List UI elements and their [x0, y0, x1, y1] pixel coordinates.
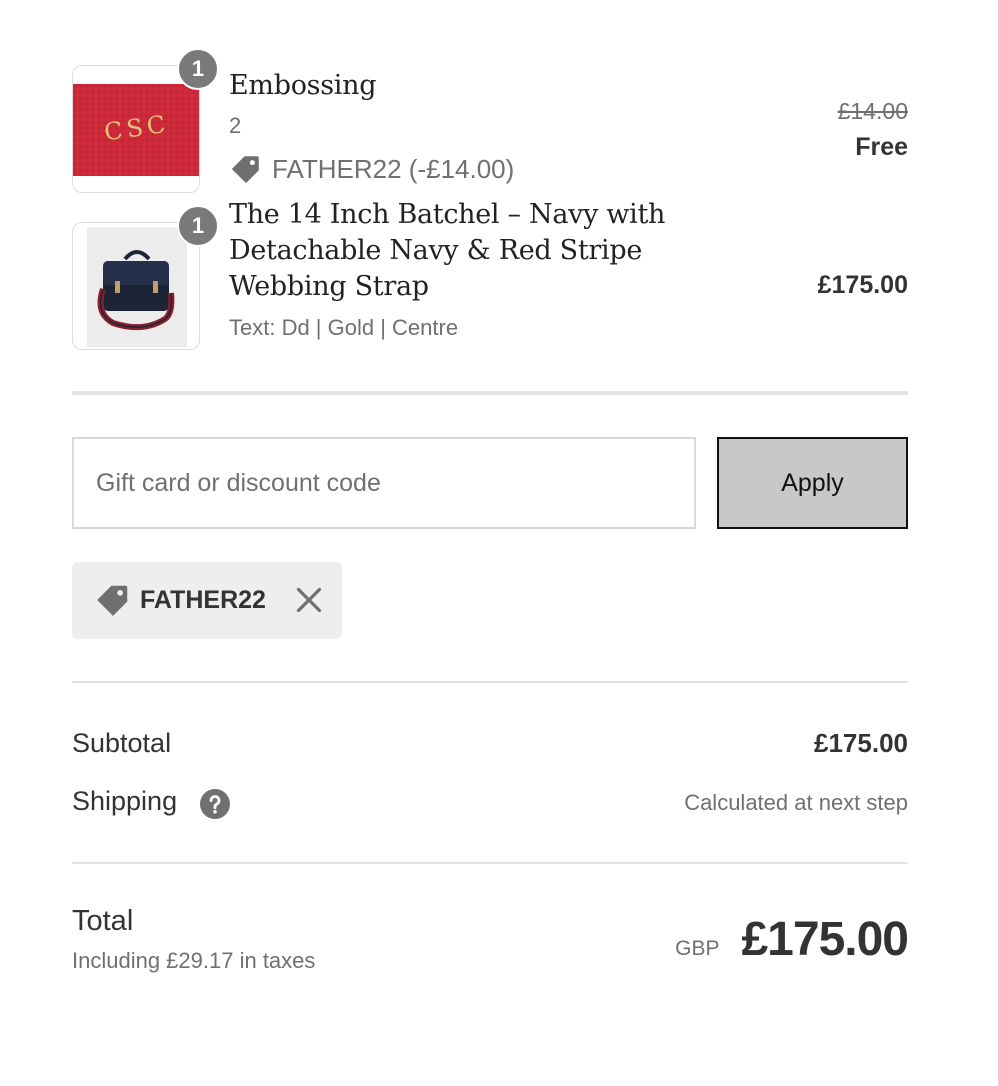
section-divider: [72, 681, 908, 683]
embossing-image: CSC: [73, 84, 199, 176]
tag-icon: [231, 156, 259, 184]
subtotal-value: £175.00: [814, 728, 908, 758]
shipping-label: Shipping: [72, 786, 178, 816]
item-discount: FATHER22 (-£14.00): [229, 152, 514, 186]
item-variant: Text: Dd | Gold | Centre: [229, 315, 459, 340]
section-divider: [72, 391, 908, 395]
discount-code-input[interactable]: [72, 437, 696, 529]
product-thumbnail: [72, 222, 200, 350]
total-value: £175.00: [741, 913, 909, 966]
applied-discount-chip: FATHER22: [72, 562, 342, 639]
item-title: Embossing: [229, 70, 377, 101]
discount-text: FATHER22 (-£14.00): [272, 153, 515, 184]
discount-code-label: FATHER22: [140, 586, 266, 614]
item-price: Free: [855, 133, 908, 161]
product-thumbnail: CSC: [72, 65, 200, 193]
total-amount: GBP £175.00: [675, 912, 909, 967]
close-icon[interactable]: [295, 586, 323, 614]
item-price: £175.00: [817, 271, 908, 299]
shipping-value: Calculated at next step: [684, 790, 908, 815]
apply-button[interactable]: Apply: [717, 437, 908, 529]
quantity-badge: 1: [177, 205, 219, 247]
help-icon[interactable]: [200, 789, 230, 819]
subtotal-label: Subtotal: [72, 728, 172, 758]
bag-image: [87, 227, 187, 347]
currency-code: GBP: [675, 937, 720, 960]
quantity-badge: 1: [177, 48, 219, 90]
tag-icon: [97, 585, 128, 616]
original-price: £14.00: [837, 98, 908, 124]
section-divider: [72, 862, 908, 864]
item-title: The 14 Inch Batchel – Navy with Detachab…: [229, 199, 666, 302]
taxes-note: Including £29.17 in taxes: [72, 948, 316, 973]
item-variant: 2: [229, 113, 242, 138]
total-label: Total: [72, 905, 134, 937]
